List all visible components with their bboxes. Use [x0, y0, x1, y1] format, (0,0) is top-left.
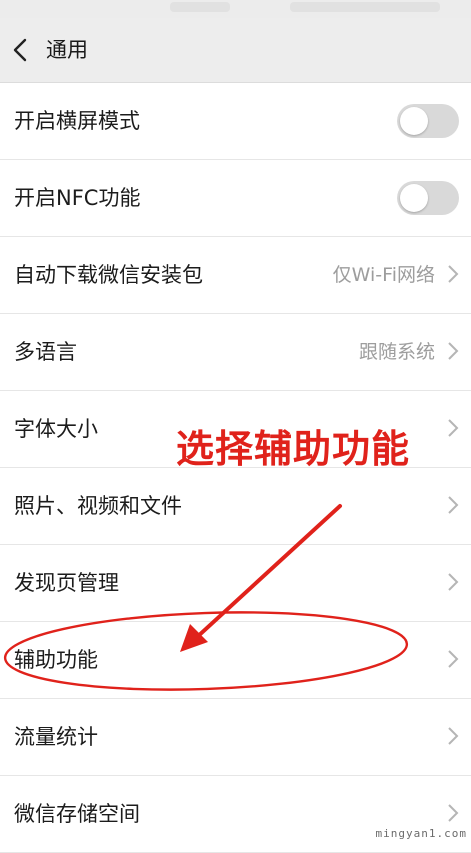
- settings-item-discover[interactable]: 发现页管理: [0, 545, 471, 622]
- top-navigation-bar: 通用: [0, 18, 471, 83]
- settings-item-label: 流量统计: [14, 725, 98, 749]
- settings-item-value: 跟随系统: [358, 341, 435, 363]
- settings-item-language[interactable]: 多语言 跟随系统: [0, 314, 471, 391]
- settings-item-auto-download[interactable]: 自动下载微信安装包 仅Wi-Fi网络: [0, 237, 471, 314]
- status-bar-blur: [170, 2, 230, 12]
- settings-item-label: 多语言: [14, 340, 77, 364]
- nfc-toggle[interactable]: [397, 181, 459, 215]
- settings-item-accessibility[interactable]: 辅助功能: [0, 622, 471, 699]
- settings-item-nfc[interactable]: 开启NFC功能: [0, 160, 471, 237]
- chevron-right-icon: [448, 342, 459, 360]
- settings-item-label: 辅助功能: [14, 648, 98, 672]
- settings-item-label: 微信存储空间: [14, 802, 140, 826]
- status-bar: [0, 0, 471, 18]
- annotation-text: 选择辅助功能: [176, 427, 411, 471]
- settings-item-media[interactable]: 照片、视频和文件: [0, 468, 471, 545]
- chevron-right-icon: [448, 804, 459, 822]
- settings-item-storage[interactable]: 微信存储空间: [0, 776, 471, 853]
- chevron-right-icon: [448, 265, 459, 283]
- settings-item-data-usage[interactable]: 流量统计: [0, 699, 471, 776]
- landscape-toggle[interactable]: [397, 104, 459, 138]
- settings-item-label: 发现页管理: [14, 571, 119, 595]
- chevron-right-icon: [448, 727, 459, 745]
- page-title: 通用: [46, 38, 88, 62]
- toggle-knob: [400, 107, 428, 135]
- settings-item-label: 开启横屏模式: [14, 109, 140, 133]
- settings-item-label: 字体大小: [14, 417, 98, 441]
- settings-item-label: 自动下载微信安装包: [14, 263, 203, 287]
- settings-item-label: 开启NFC功能: [14, 186, 141, 210]
- chevron-left-icon: [13, 38, 27, 62]
- chevron-right-icon: [448, 496, 459, 514]
- settings-item-value: 仅Wi-Fi网络: [332, 264, 435, 286]
- chevron-right-icon: [448, 650, 459, 668]
- status-bar-blur: [290, 2, 440, 12]
- watermark: mingyan1.com: [375, 827, 467, 840]
- settings-item-label: 照片、视频和文件: [14, 494, 182, 518]
- toggle-knob: [400, 184, 428, 212]
- chevron-right-icon: [448, 419, 459, 437]
- settings-item-landscape[interactable]: 开启横屏模式: [0, 83, 471, 160]
- back-button[interactable]: [10, 36, 32, 64]
- chevron-right-icon: [448, 573, 459, 591]
